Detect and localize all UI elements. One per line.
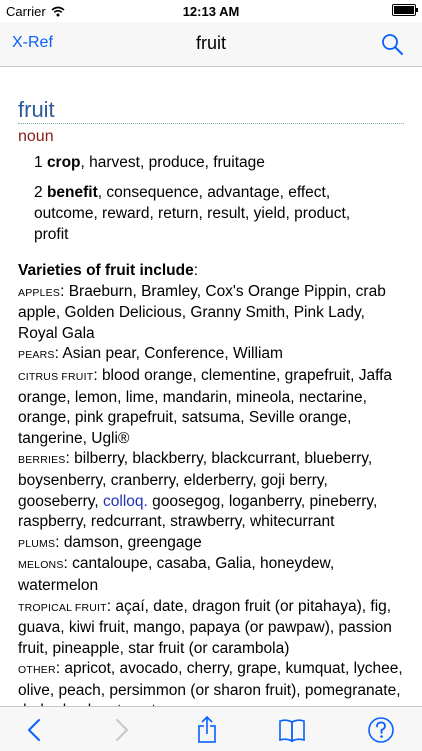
variety-berries: BERRIES: bilberry, blackberry, blackcurr…	[18, 450, 378, 531]
variety-pears: PEARS: Asian pear, Conference, William	[18, 345, 283, 363]
book-icon[interactable]	[277, 715, 307, 745]
category-label: PEARS	[18, 349, 55, 362]
variety-list: cantaloupe, casaba, Galia, honeydew, wat…	[18, 555, 335, 594]
search-icon[interactable]	[380, 32, 404, 56]
bottom-toolbar	[0, 706, 422, 751]
varieties-heading: Varieties of fruit include	[18, 262, 194, 279]
status-right	[392, 4, 418, 16]
status-bar: Carrier 12:13 AM	[0, 0, 422, 22]
variety-list: Braeburn, Bramley, Cox's Orange Pippin, …	[18, 282, 386, 342]
variety-melons: MELONS: cantaloupe, casaba, Galia, honey…	[18, 555, 335, 594]
category-label: CITRUS FRUIT	[18, 370, 94, 383]
sense-2: 2 benefit, consequence, advantage, effec…	[34, 182, 384, 245]
sense-keyword[interactable]: crop	[47, 154, 81, 171]
category-label: OTHER	[18, 664, 56, 677]
sense-synonyms: , harvest, produce, fruitage	[80, 154, 265, 171]
forward-chevron-icon[interactable]	[106, 715, 136, 745]
varieties-section: Varieties of fruit include: APPLES: Brae…	[18, 261, 408, 707]
share-icon[interactable]	[192, 715, 222, 745]
category-label: TROPICAL FRUIT	[18, 601, 107, 614]
nav-title: fruit	[195, 33, 226, 53]
variety-citrus: CITRUS FRUIT: blood orange, clementine, …	[18, 366, 393, 447]
variety-plums: PLUMS: damson, greengage	[18, 533, 202, 551]
variety-list: Asian pear, Conference, William	[62, 345, 283, 363]
sense-number: 1	[34, 154, 43, 171]
part-of-speech: noun	[18, 128, 54, 145]
variety-tropical: TROPICAL FRUIT: açaí, date, dragon fruit…	[18, 597, 392, 657]
battery-icon	[392, 4, 418, 16]
variety-other: OTHER: apricot, avocado, cherry, grape, …	[18, 659, 408, 707]
entry-content: fruit noun 1 crop, harvest, produce, fru…	[0, 67, 422, 707]
category-label: PLUMS	[18, 537, 56, 550]
status-time: 12:13 AM	[182, 4, 240, 19]
variety-apples: APPLES: Braeburn, Bramley, Cox's Orange …	[18, 282, 386, 342]
category-label: MELONS	[18, 559, 64, 572]
headword-divider	[18, 123, 404, 124]
help-icon[interactable]	[366, 715, 396, 745]
navigation-bar: X-Ref fruit	[0, 22, 422, 67]
headword: fruit	[18, 97, 55, 122]
sense-keyword[interactable]: benefit	[47, 184, 98, 201]
colloq-link[interactable]: colloq.	[103, 493, 148, 510]
variety-list: apricot, avocado, cherry, grape, kumquat…	[18, 660, 403, 707]
sense-1: 1 crop, harvest, produce, fruitage	[34, 152, 384, 173]
back-chevron-icon[interactable]	[20, 715, 50, 745]
variety-list: damson, greengage	[63, 533, 202, 551]
category-label: BERRIES	[18, 454, 66, 467]
sense-number: 2	[34, 184, 43, 201]
category-label: APPLES	[18, 286, 61, 299]
